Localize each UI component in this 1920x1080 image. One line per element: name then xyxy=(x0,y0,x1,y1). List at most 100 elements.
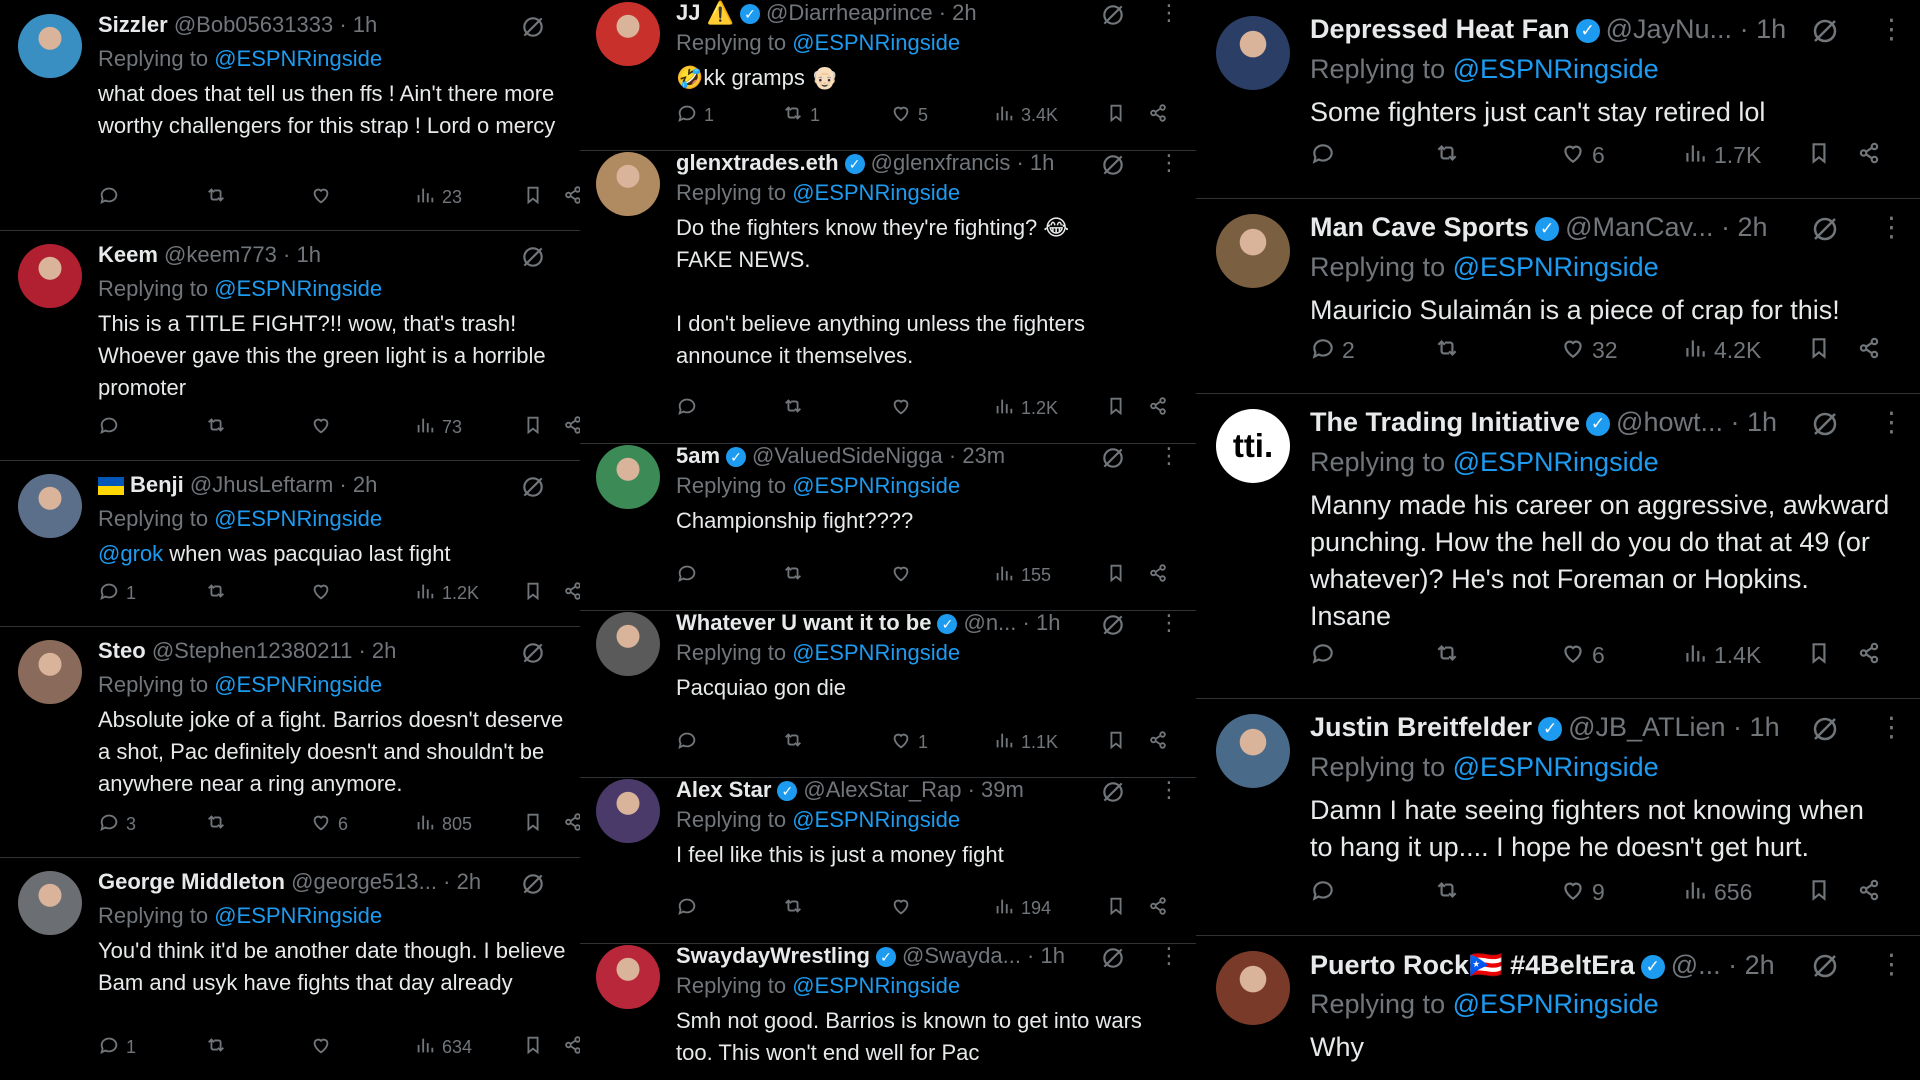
handle[interactable]: @george513... xyxy=(291,869,437,894)
tweet[interactable]: Depressed Heat Fan ✓ @JayNu... · 1h ⋮ Replyi… xyxy=(1196,0,1920,199)
like-button[interactable] xyxy=(890,562,918,589)
bookmark-button[interactable] xyxy=(522,184,544,211)
avatar[interactable] xyxy=(1216,714,1290,788)
share-button[interactable] xyxy=(1147,395,1169,422)
repost-button[interactable] xyxy=(1434,877,1466,908)
handle[interactable]: @ValuedSideNigga xyxy=(752,443,943,468)
timestamp[interactable]: 1h xyxy=(1036,610,1060,635)
repost-button[interactable] xyxy=(1434,335,1466,366)
views-button[interactable]: 805 xyxy=(414,811,472,838)
tweet[interactable]: Keem @keem773 · 1h Replying to @ESPNRings… xyxy=(0,230,580,461)
grok-icon[interactable] xyxy=(1100,779,1126,810)
reply-button[interactable] xyxy=(98,184,126,211)
reply-button[interactable] xyxy=(676,895,704,922)
timestamp[interactable]: 1h xyxy=(1747,407,1777,437)
tweet[interactable]: Justin Breitfelder ✓ @JB_ATLien · 1h ⋮ Reply… xyxy=(1196,698,1920,936)
tweet[interactable]: Man Cave Sports ✓ @ManCav... · 2h ⋮ Replying… xyxy=(1196,198,1920,394)
more-options-icon[interactable]: ⋮ xyxy=(1878,14,1905,45)
display-name[interactable]: Man Cave Sports xyxy=(1310,212,1529,242)
timestamp[interactable]: 1h xyxy=(1041,943,1065,968)
grok-icon[interactable] xyxy=(1100,152,1126,183)
tweet[interactable]: Whatever U want it to be ✓ @n... · 1h ⋮ Repl… xyxy=(580,610,1196,778)
avatar[interactable] xyxy=(596,445,660,509)
timestamp[interactable]: 2h xyxy=(372,638,396,663)
views-button[interactable]: 73 xyxy=(414,414,462,441)
repost-button[interactable] xyxy=(782,395,810,422)
repost-button[interactable] xyxy=(205,184,233,211)
share-button[interactable] xyxy=(562,1034,580,1061)
share-button[interactable] xyxy=(562,811,580,838)
handle[interactable]: @n... xyxy=(963,610,1016,635)
replying-handle-link[interactable]: @ESPNRingside xyxy=(1453,54,1659,84)
bookmark-button[interactable] xyxy=(1806,140,1832,171)
repost-button[interactable] xyxy=(205,580,233,607)
handle[interactable]: @AlexStar_Rap xyxy=(803,777,961,802)
repost-button[interactable] xyxy=(205,1034,233,1061)
display-name[interactable]: SwaydayWrestling xyxy=(676,943,870,968)
replying-handle-link[interactable]: @ESPNRingside xyxy=(214,276,382,301)
bookmark-button[interactable] xyxy=(1806,640,1832,671)
bookmark-button[interactable] xyxy=(1806,335,1832,366)
more-options-icon[interactable]: ⋮ xyxy=(1878,212,1905,243)
display-name[interactable]: Whatever U want it to be xyxy=(676,610,931,635)
tweet[interactable]: Benji @JhusLeftarm · 2h Replying to @ESPN… xyxy=(0,460,580,627)
tweet[interactable]: Sizzler @Bob05631333 · 1h Replying to @ES… xyxy=(0,0,580,231)
reply-button[interactable] xyxy=(1310,140,1342,171)
grok-icon[interactable] xyxy=(520,244,546,275)
timestamp[interactable]: 1h xyxy=(1750,712,1780,742)
views-button[interactable]: 1.2K xyxy=(993,395,1058,422)
timestamp[interactable]: 23m xyxy=(962,443,1005,468)
replying-handle-link[interactable]: @ESPNRingside xyxy=(1453,752,1659,782)
avatar[interactable]: tti. xyxy=(1216,409,1290,483)
reply-button[interactable]: 1 xyxy=(676,102,714,129)
views-button[interactable]: 1.1K xyxy=(993,729,1058,756)
like-button[interactable]: 5 xyxy=(890,102,928,129)
avatar[interactable] xyxy=(18,244,82,308)
views-button[interactable]: 1.4K xyxy=(1682,640,1761,671)
more-options-icon[interactable]: ⋮ xyxy=(1158,0,1180,26)
views-button[interactable]: 155 xyxy=(993,562,1051,589)
more-options-icon[interactable]: ⋮ xyxy=(1158,443,1180,469)
like-button[interactable]: 6 xyxy=(1560,640,1605,671)
handle[interactable]: @Swayda... xyxy=(902,943,1021,968)
avatar[interactable] xyxy=(1216,951,1290,1025)
display-name[interactable]: 5am xyxy=(676,443,720,468)
display-name[interactable]: Steo xyxy=(98,638,146,663)
grok-icon[interactable] xyxy=(520,871,546,902)
display-name[interactable]: Keem xyxy=(98,242,158,267)
bookmark-button[interactable] xyxy=(1105,562,1127,589)
handle[interactable]: @... xyxy=(1671,950,1721,980)
tweet[interactable]: George Middleton @george513... · 2h Reply… xyxy=(0,857,580,1080)
handle[interactable]: @keem773 xyxy=(164,242,277,267)
grok-icon[interactable] xyxy=(1100,445,1126,476)
grok-icon[interactable] xyxy=(520,640,546,671)
grok-icon[interactable] xyxy=(520,14,546,45)
repost-button[interactable] xyxy=(205,811,233,838)
repost-button[interactable]: 1 xyxy=(782,102,820,129)
reply-button[interactable] xyxy=(1310,877,1342,908)
timestamp[interactable]: 1h xyxy=(296,242,320,267)
repost-button[interactable] xyxy=(1434,140,1466,171)
replying-handle-link[interactable]: @ESPNRingside xyxy=(214,46,382,71)
avatar[interactable] xyxy=(596,945,660,1009)
tweet[interactable]: glenxtrades.eth ✓ @glenxfrancis · 1h ⋮ Reply… xyxy=(580,150,1196,444)
share-button[interactable] xyxy=(562,184,580,211)
like-button[interactable] xyxy=(310,580,338,607)
timestamp[interactable]: 2h xyxy=(353,472,377,497)
tweet[interactable]: Puerto Rock🇵🇷 #4BeltEra ✓ @... · 2h ⋮ Replyi… xyxy=(1196,935,1920,1080)
repost-button[interactable] xyxy=(782,562,810,589)
reply-button[interactable] xyxy=(676,562,704,589)
reply-button[interactable]: 2 xyxy=(1310,335,1355,366)
grok-icon[interactable] xyxy=(1810,714,1840,749)
replying-handle-link[interactable]: @ESPNRingside xyxy=(792,30,960,55)
share-button[interactable] xyxy=(1147,562,1169,589)
like-button[interactable]: 32 xyxy=(1560,335,1618,366)
timestamp[interactable]: 1h xyxy=(1756,14,1786,44)
replying-handle-link[interactable]: @ESPNRingside xyxy=(1453,447,1659,477)
reply-button[interactable] xyxy=(98,414,126,441)
avatar[interactable] xyxy=(596,612,660,676)
avatar[interactable] xyxy=(18,640,82,704)
reply-button[interactable] xyxy=(676,729,704,756)
timestamp[interactable]: 1h xyxy=(353,12,377,37)
display-name[interactable]: JJ ⚠️ xyxy=(676,0,734,25)
